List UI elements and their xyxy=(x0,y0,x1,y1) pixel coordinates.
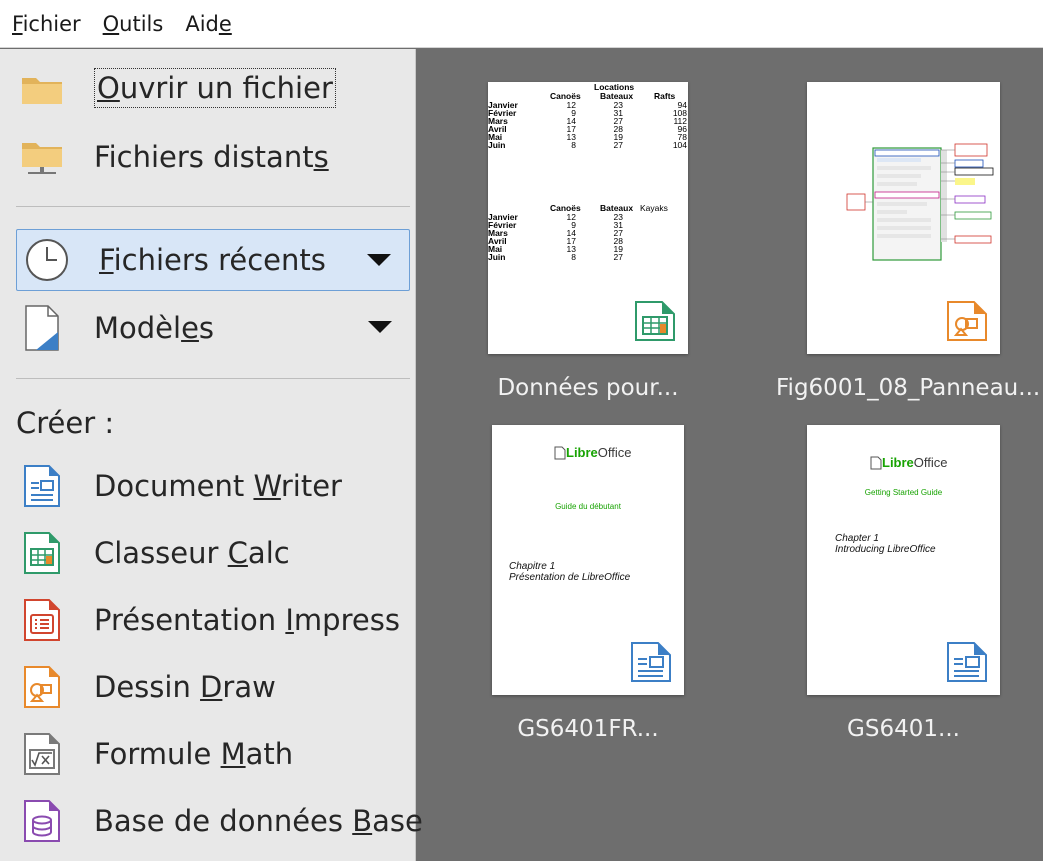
document-chapter: Chapitre 1 Présentation de LibreOffice xyxy=(509,561,631,583)
remote-files-label: Fichiers distants xyxy=(94,140,329,174)
recent-files-label: Fichiers récents xyxy=(99,243,326,277)
clock-icon xyxy=(21,234,73,286)
menu-outils[interactable]: Outils xyxy=(103,12,164,36)
remote-folder-icon xyxy=(16,131,68,183)
create-draw-button[interactable]: Dessin Draw xyxy=(16,656,276,718)
create-math-button[interactable]: Formule Math xyxy=(16,723,293,785)
recent-file-caption: GS6401... xyxy=(847,716,960,742)
create-draw-label: Dessin Draw xyxy=(94,670,276,704)
folder-icon xyxy=(16,62,68,114)
templates-label: Modèles xyxy=(94,311,215,345)
sidebar-divider xyxy=(16,206,410,207)
math-icon xyxy=(16,728,68,780)
writer-icon xyxy=(630,641,672,683)
create-base-button[interactable]: Base de données Base xyxy=(16,790,423,852)
base-icon xyxy=(16,795,68,847)
create-impress-label: Présentation Impress xyxy=(94,603,400,637)
create-calc-label: Classeur Calc xyxy=(94,536,290,570)
writer-icon xyxy=(16,460,68,512)
recent-file-caption: GS6401FR... xyxy=(517,716,659,742)
recent-file-thumbnail[interactable]: Libre Office Getting Started Guide Chapte… xyxy=(807,425,1000,695)
document-subtitle: Getting Started Guide xyxy=(864,488,943,497)
recent-file-caption: Fig6001_08_Panneau... xyxy=(776,375,1041,401)
calc-icon xyxy=(634,300,676,342)
remote-files-button[interactable]: Fichiers distants xyxy=(16,126,329,188)
create-writer-button[interactable]: Document Writer xyxy=(16,455,342,517)
writer-icon xyxy=(946,641,988,683)
create-writer-label: Document Writer xyxy=(94,469,342,503)
draw-icon xyxy=(16,661,68,713)
sidebar-divider xyxy=(16,378,410,379)
recent-files-dropdown-icon[interactable] xyxy=(367,254,391,266)
recent-file-thumbnail[interactable]: Locations Canoës Bateaux Rafts Janvier F… xyxy=(488,82,688,354)
menu-aide[interactable]: Aide xyxy=(185,12,231,36)
menu-bar: Fichier Outils Aide xyxy=(0,0,1043,48)
create-section-title: Créer : xyxy=(16,406,115,440)
create-impress-button[interactable]: Présentation Impress xyxy=(16,589,400,651)
draw-icon xyxy=(946,300,988,342)
calc-icon xyxy=(16,527,68,579)
start-center-sidebar: Ouvrir un fichier Fichiers distants Fich… xyxy=(0,49,423,861)
create-math-label: Formule Math xyxy=(94,737,294,771)
recent-file-caption: Données pour... xyxy=(497,375,679,401)
libreoffice-logo: Libre Office xyxy=(870,455,948,470)
templates-dropdown-icon[interactable] xyxy=(368,321,392,333)
create-base-label: Base de données Base xyxy=(94,804,423,838)
open-file-button[interactable]: Ouvrir un fichier xyxy=(16,57,336,119)
impress-icon xyxy=(16,594,68,646)
templates-button[interactable]: Modèles xyxy=(16,297,410,359)
recent-file-thumbnail[interactable]: Libre Office Guide du débutant Chapitre 1… xyxy=(492,425,684,695)
template-icon xyxy=(16,302,68,354)
libreoffice-logo: Libre Office xyxy=(554,445,632,460)
document-logo-icon xyxy=(870,456,882,469)
open-file-label: Ouvrir un fichier xyxy=(94,68,336,108)
menu-fichier[interactable]: Fichier xyxy=(12,12,81,36)
document-logo-icon xyxy=(554,446,566,459)
recent-file-thumbnail[interactable] xyxy=(807,82,1000,354)
create-calc-button[interactable]: Classeur Calc xyxy=(16,522,290,584)
document-subtitle: Guide du débutant xyxy=(555,502,621,511)
recent-files-button[interactable]: Fichiers récents xyxy=(16,229,410,291)
document-chapter: Chapter 1 Introducing LibreOffice xyxy=(835,533,936,555)
